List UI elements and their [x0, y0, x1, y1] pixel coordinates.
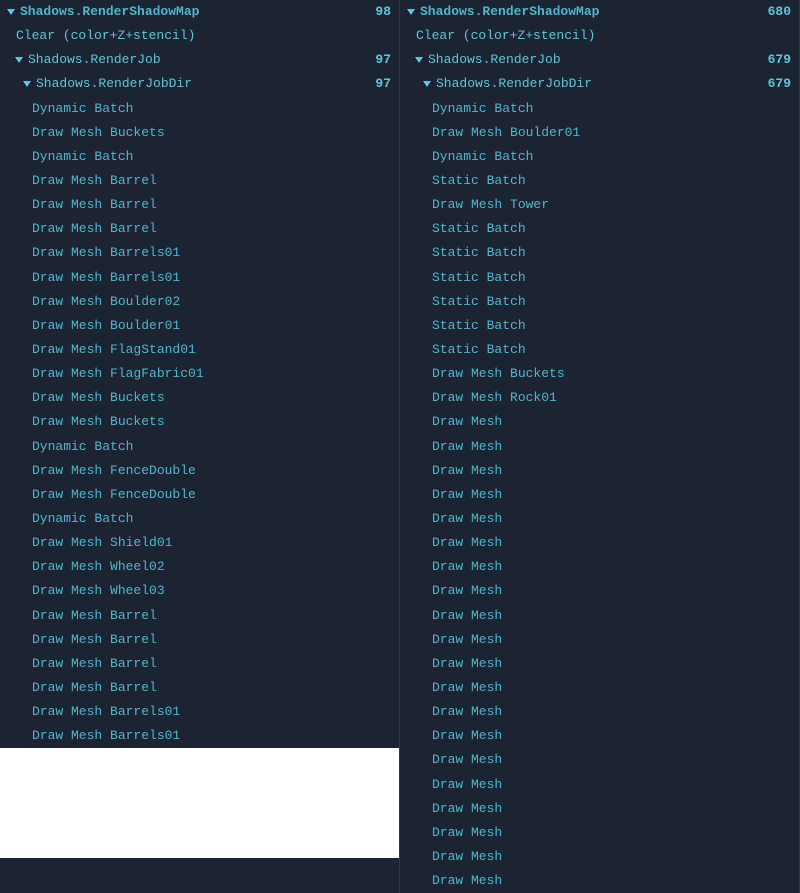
list-item[interactable]: Draw Mesh: [400, 724, 799, 748]
section-collapse-icon[interactable]: [15, 57, 23, 63]
list-item[interactable]: Dynamic Batch: [0, 435, 399, 459]
list-item[interactable]: Draw Mesh FenceDouble: [0, 483, 399, 507]
list-item[interactable]: Static Batch: [400, 169, 799, 193]
list-item[interactable]: Draw Mesh: [400, 531, 799, 555]
section-label: Shadows.RenderJobDir: [436, 74, 592, 94]
list-item[interactable]: Draw Mesh: [400, 483, 799, 507]
list-item[interactable]: Draw Mesh Barrel: [0, 604, 399, 628]
list-item[interactable]: Draw Mesh Barrel: [0, 652, 399, 676]
list-item[interactable]: Draw Mesh Buckets: [0, 121, 399, 145]
left-panel: Shadows.RenderShadowMap 98Clear (color+Z+…: [0, 0, 400, 893]
list-item[interactable]: Draw Mesh Barrel: [0, 628, 399, 652]
list-item[interactable]: Draw Mesh: [400, 773, 799, 797]
list-item[interactable]: Draw Mesh: [400, 579, 799, 603]
list-item[interactable]: Draw Mesh Tower: [400, 193, 799, 217]
section-collapse-icon[interactable]: [23, 81, 31, 87]
list-item[interactable]: Draw Mesh Boulder01: [0, 314, 399, 338]
section-header[interactable]: Shadows.RenderJobDir 97: [0, 72, 399, 96]
list-item[interactable]: Static Batch: [400, 290, 799, 314]
section-header[interactable]: Shadows.RenderJob 679: [400, 48, 799, 72]
list-item[interactable]: Draw Mesh: [400, 652, 799, 676]
list-item[interactable]: Draw Mesh: [400, 628, 799, 652]
list-item[interactable]: Draw Mesh Wheel02: [0, 555, 399, 579]
list-item[interactable]: Draw Mesh Barrels01: [0, 700, 399, 724]
list-item[interactable]: Draw Mesh: [400, 676, 799, 700]
list-item[interactable]: Static Batch: [400, 266, 799, 290]
list-item[interactable]: Draw Mesh Rock01: [400, 386, 799, 410]
list-item[interactable]: Draw Mesh Barrels01: [0, 724, 399, 748]
section-header[interactable]: Shadows.RenderJobDir 679: [400, 72, 799, 96]
list-item[interactable]: Draw Mesh: [400, 410, 799, 434]
list-item[interactable]: Dynamic Batch: [0, 145, 399, 169]
panel-header: Shadows.RenderShadowMap 98: [0, 0, 399, 24]
white-block: [0, 748, 399, 858]
list-item[interactable]: Draw Mesh: [400, 435, 799, 459]
collapse-icon[interactable]: [7, 9, 15, 15]
section-count: 97: [375, 74, 391, 94]
list-item[interactable]: Draw Mesh FlagFabric01: [0, 362, 399, 386]
section-label: Shadows.RenderJob: [428, 50, 561, 70]
list-item[interactable]: Draw Mesh: [400, 797, 799, 821]
list-item[interactable]: Draw Mesh Buckets: [0, 386, 399, 410]
list-item[interactable]: Draw Mesh: [400, 845, 799, 869]
list-item[interactable]: Static Batch: [400, 314, 799, 338]
list-item[interactable]: Draw Mesh: [400, 555, 799, 579]
list-item[interactable]: Draw Mesh Buckets: [0, 410, 399, 434]
list-item[interactable]: Static Batch: [400, 217, 799, 241]
list-item[interactable]: Draw Mesh Buckets: [400, 362, 799, 386]
right-panel: Shadows.RenderShadowMap 680Clear (color+Z…: [400, 0, 800, 893]
list-item[interactable]: Draw Mesh Wheel03: [0, 579, 399, 603]
list-item[interactable]: Dynamic Batch: [0, 507, 399, 531]
list-item[interactable]: Draw Mesh Boulder01: [400, 121, 799, 145]
section-collapse-icon[interactable]: [423, 81, 431, 87]
list-item[interactable]: Draw Mesh: [400, 748, 799, 772]
list-item[interactable]: Draw Mesh Shield01: [0, 531, 399, 555]
list-item[interactable]: Draw Mesh Barrel: [0, 676, 399, 700]
list-item[interactable]: Dynamic Batch: [400, 97, 799, 121]
panel-title: Shadows.RenderShadowMap: [420, 2, 599, 22]
panel-count: 98: [375, 2, 391, 22]
list-item[interactable]: Draw Mesh: [400, 869, 799, 893]
list-item[interactable]: Draw Mesh FenceDouble: [0, 459, 399, 483]
list-item[interactable]: Draw Mesh Barrel: [0, 169, 399, 193]
list-item[interactable]: Draw Mesh: [400, 700, 799, 724]
list-item[interactable]: Static Batch: [400, 338, 799, 362]
panel-header: Shadows.RenderShadowMap 680: [400, 0, 799, 24]
section-header[interactable]: Shadows.RenderJob 97: [0, 48, 399, 72]
list-item[interactable]: Dynamic Batch: [400, 145, 799, 169]
section-collapse-icon[interactable]: [415, 57, 423, 63]
section-count: 679: [768, 50, 791, 70]
panel-title: Shadows.RenderShadowMap: [20, 2, 199, 22]
list-item[interactable]: Draw Mesh Barrels01: [0, 266, 399, 290]
collapse-icon[interactable]: [407, 9, 415, 15]
panel-count: 680: [768, 2, 791, 22]
clear-item: Clear (color+Z+stencil): [400, 24, 799, 48]
section-count: 679: [768, 74, 791, 94]
list-item[interactable]: Draw Mesh FlagStand01: [0, 338, 399, 362]
list-item[interactable]: Static Batch: [400, 241, 799, 265]
section-label: Shadows.RenderJobDir: [36, 74, 192, 94]
section-label: Shadows.RenderJob: [28, 50, 161, 70]
section-count: 97: [375, 50, 391, 70]
list-item[interactable]: Draw Mesh: [400, 821, 799, 845]
clear-item: Clear (color+Z+stencil): [0, 24, 399, 48]
list-item[interactable]: Draw Mesh Barrel: [0, 217, 399, 241]
list-item[interactable]: Draw Mesh: [400, 604, 799, 628]
list-item[interactable]: Draw Mesh Barrel: [0, 193, 399, 217]
list-item[interactable]: Draw Mesh: [400, 507, 799, 531]
list-item[interactable]: Dynamic Batch: [0, 97, 399, 121]
list-item[interactable]: Draw Mesh Barrels01: [0, 241, 399, 265]
list-item[interactable]: Draw Mesh: [400, 459, 799, 483]
list-item[interactable]: Draw Mesh Boulder02: [0, 290, 399, 314]
